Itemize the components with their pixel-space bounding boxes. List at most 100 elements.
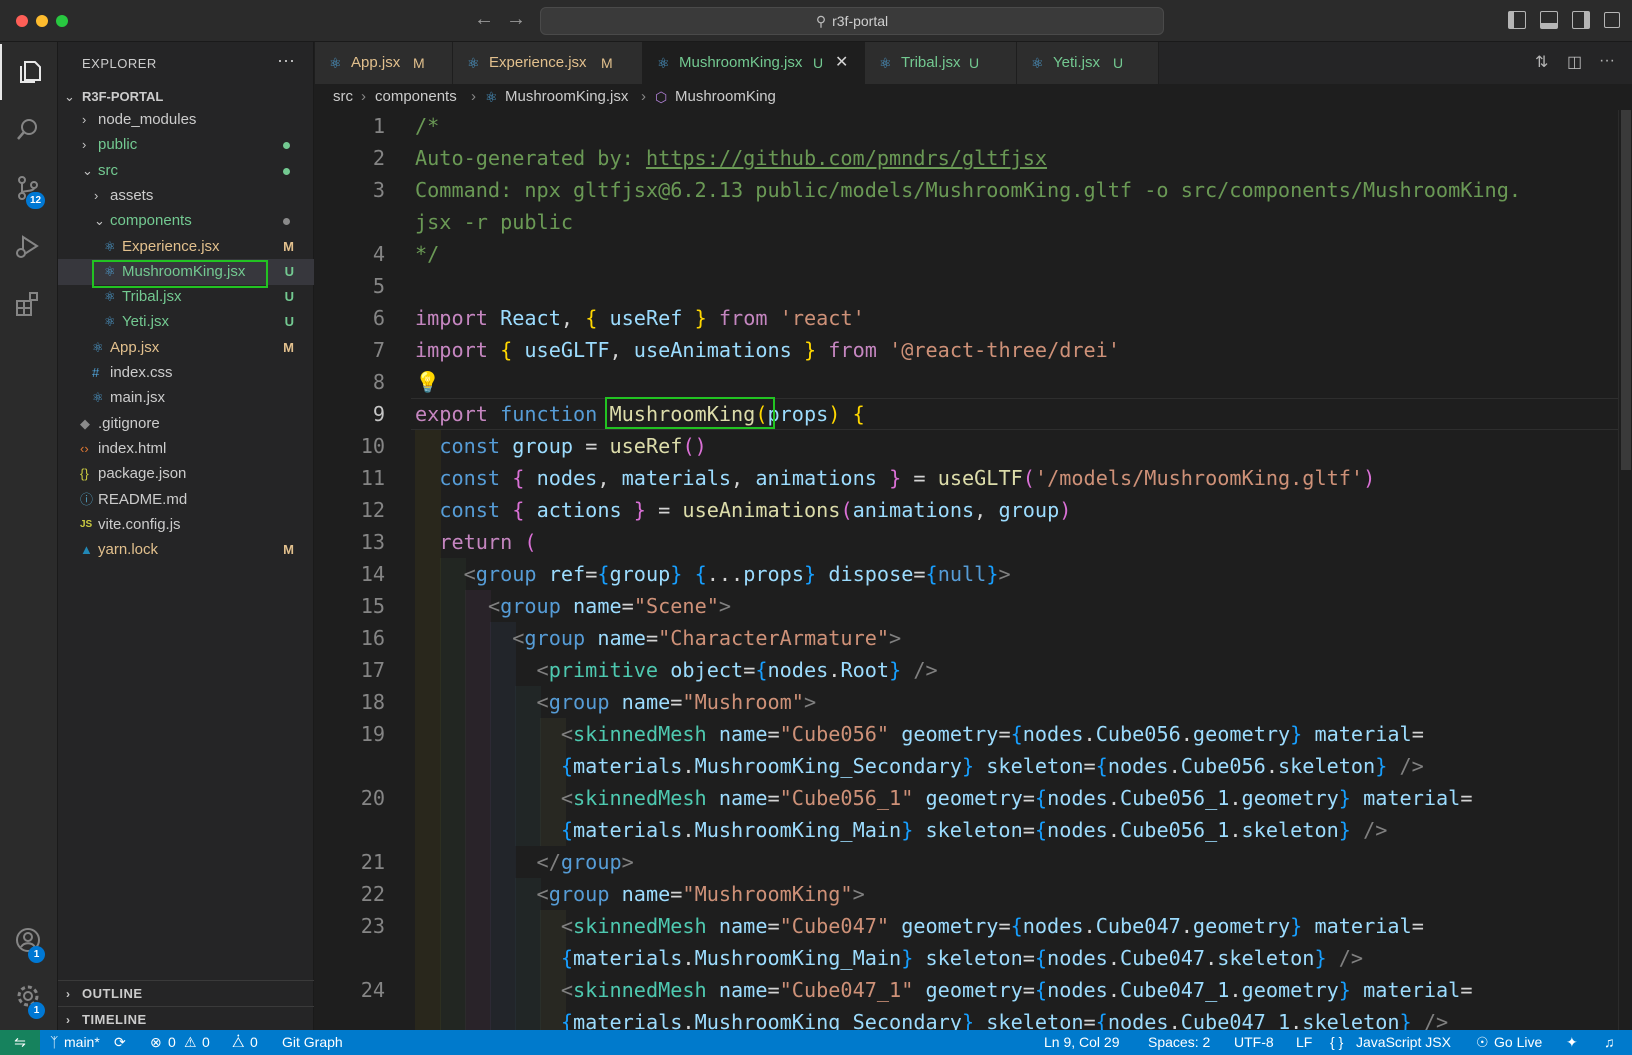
extensions-activity[interactable] [0, 276, 58, 332]
code-line: {materials.MushroomKing_Main} skeleton={… [560, 818, 1388, 842]
tree-item-label: Tribal.jsx [122, 288, 182, 306]
branch-name[interactable]: main* [64, 1030, 100, 1055]
tree-item[interactable]: ⚛ Experience.jsx M [58, 234, 314, 260]
tree-item[interactable]: ⚛ App.jsx M [58, 335, 314, 361]
code-line: /* [415, 114, 440, 138]
more-actions-icon[interactable]: ··· [1599, 52, 1615, 70]
tree-item[interactable]: ⚛ MushroomKing.jsx U [58, 258, 314, 288]
scrollbar-thumb[interactable] [1621, 110, 1631, 470]
source-control-activity[interactable]: 12 [0, 160, 58, 216]
tab-tribal-jsx[interactable]: ⚛ Tribal.jsx U [865, 42, 1017, 84]
breadcrumb-file[interactable]: MushroomKing.jsx [505, 84, 628, 110]
tree-item[interactable]: # index.css [58, 360, 314, 386]
run-debug-activity[interactable] [0, 218, 58, 274]
git-status-badge: U [284, 263, 294, 279]
bell-icon[interactable]: ♫ [1604, 1030, 1615, 1055]
code-line: <group name="Mushroom"> [536, 690, 817, 714]
end-of-line[interactable]: LF [1296, 1030, 1312, 1055]
toggle-panel-icon[interactable] [1540, 11, 1558, 29]
chevron-right-icon: › [66, 987, 71, 1001]
encoding[interactable]: UTF-8 [1234, 1030, 1274, 1055]
breadcrumb-symbol[interactable]: MushroomKing [675, 84, 776, 110]
tree-item[interactable]: › public [58, 132, 314, 158]
tree-item[interactable]: › node_modules [58, 107, 314, 133]
tree-item[interactable]: ⚛ Tribal.jsx U [58, 284, 314, 310]
tab-experience-jsx[interactable]: ⚛ Experience.jsx M [453, 42, 643, 84]
tree-item[interactable]: ⌄ src [58, 158, 314, 184]
lightbulb-icon[interactable]: 💡 [415, 366, 440, 398]
code-line: const group = useRef() [439, 434, 707, 458]
toggle-primary-sidebar-icon[interactable] [1508, 11, 1526, 29]
code-line: {materials.MushroomKing_Secondary} skele… [560, 754, 1424, 778]
react-icon: ⚛ [329, 55, 342, 71]
tab-label: Tribal.jsx [901, 54, 961, 71]
tab-label: Yeti.jsx [1053, 54, 1100, 71]
tree-item[interactable]: ⚛ Yeti.jsx U [58, 309, 314, 335]
error-count[interactable]: 0 [168, 1030, 176, 1055]
breadcrumb-components[interactable]: components [375, 84, 457, 110]
modified-dot [283, 218, 290, 226]
explorer-activity[interactable] [0, 44, 58, 100]
outline-section[interactable]: › OUTLINE [58, 980, 314, 1006]
breadcrumb-src[interactable]: src [333, 84, 353, 110]
toggle-secondary-sidebar-icon[interactable] [1572, 11, 1590, 29]
title-bar: ← → ⚲ r3f-portal [0, 0, 1632, 42]
timeline-section[interactable]: › TIMELINE [58, 1006, 314, 1032]
warning-count[interactable]: 0 [202, 1030, 210, 1055]
chevron-right-icon: › [361, 88, 366, 105]
tree-item[interactable]: ⌄ components [58, 208, 314, 234]
sync-icon[interactable]: ⟳ [114, 1030, 126, 1055]
cursor-position[interactable]: Ln 9, Col 29 [1044, 1030, 1120, 1055]
indentation[interactable]: Spaces: 2 [1148, 1030, 1210, 1055]
close-icon[interactable]: ✕ [835, 42, 848, 84]
tab-status: U [813, 55, 824, 71]
back-arrow-icon[interactable]: ← [474, 8, 494, 31]
tree-item[interactable]: JS vite.config.js [58, 512, 314, 538]
remote-indicator-icon[interactable]: ⇋ [0, 1030, 40, 1055]
go-live-button[interactable]: Go Live [1494, 1030, 1542, 1055]
tree-item-label: public [98, 136, 138, 154]
code-editor[interactable]: 1 2 3 4 5 6 7 8 9 10 11 12 13 14 15 16 17 18 19 20 21 22 23 24 … [315, 110, 1618, 1030]
error-icon: ⊗ [150, 1034, 162, 1050]
search-icon [17, 119, 37, 140]
editor-scrollbar[interactable] [1618, 110, 1632, 1030]
tree-item[interactable]: {} package.json [58, 461, 314, 487]
language-mode[interactable]: JavaScript JSX [1356, 1030, 1451, 1055]
settings-activity[interactable]: 1 [0, 968, 58, 1024]
code-line: Command: npx gltfjsx@6.2.13 public/model… [415, 178, 1522, 202]
tree-item[interactable]: ‹› index.html [58, 436, 314, 462]
tree-item[interactable]: › assets [58, 183, 314, 209]
code-link[interactable]: https://github.com/pmndrs/gltfjsx [646, 146, 1047, 170]
ports-count[interactable]: 0 [250, 1030, 258, 1055]
tab-yeti-jsx[interactable]: ⚛ Yeti.jsx U [1017, 42, 1159, 84]
command-center[interactable]: ⚲ r3f-portal [540, 7, 1164, 35]
tree-item[interactable]: ⓘ README.md [58, 487, 314, 513]
tree-item-label: main.jsx [110, 389, 166, 407]
accounts-activity[interactable]: 1 [0, 912, 58, 968]
chevron-right-icon: › [471, 88, 476, 105]
customize-layout-icon[interactable] [1604, 12, 1620, 28]
forward-arrow-icon[interactable]: → [506, 8, 526, 31]
copilot-icon[interactable]: ✦ [1566, 1030, 1578, 1055]
search-activity[interactable] [0, 102, 58, 158]
explorer-header: EXPLORER [82, 56, 157, 71]
json-file-icon: {} [80, 466, 89, 482]
close-window-button[interactable] [16, 15, 28, 27]
tree-item[interactable]: ◆ .gitignore [58, 411, 314, 437]
split-editor-icon[interactable]: ◫ [1567, 52, 1582, 72]
tab-label: Experience.jsx [489, 54, 587, 71]
tree-item-label: components [110, 212, 192, 230]
accounts-badge: 1 [28, 946, 45, 963]
maximize-window-button[interactable] [56, 15, 68, 27]
warning-icon: ⚠ [184, 1034, 197, 1050]
git-status-badge: U [284, 289, 294, 305]
git-graph-button[interactable]: Git Graph [282, 1030, 343, 1055]
files-icon [20, 61, 41, 83]
tree-item[interactable]: ▲ yarn.lock M [58, 537, 314, 563]
tree-item[interactable]: ⚛ main.jsx [58, 385, 314, 411]
tab-mushroomking-jsx[interactable]: ⚛ MushroomKing.jsx U ✕ [643, 42, 865, 84]
minimize-window-button[interactable] [36, 15, 48, 27]
explorer-more-actions-icon[interactable]: ··· [277, 50, 295, 71]
open-changes-icon[interactable]: ⇅ [1535, 52, 1548, 72]
tab-app-jsx[interactable]: ⚛ App.jsx M [315, 42, 453, 84]
